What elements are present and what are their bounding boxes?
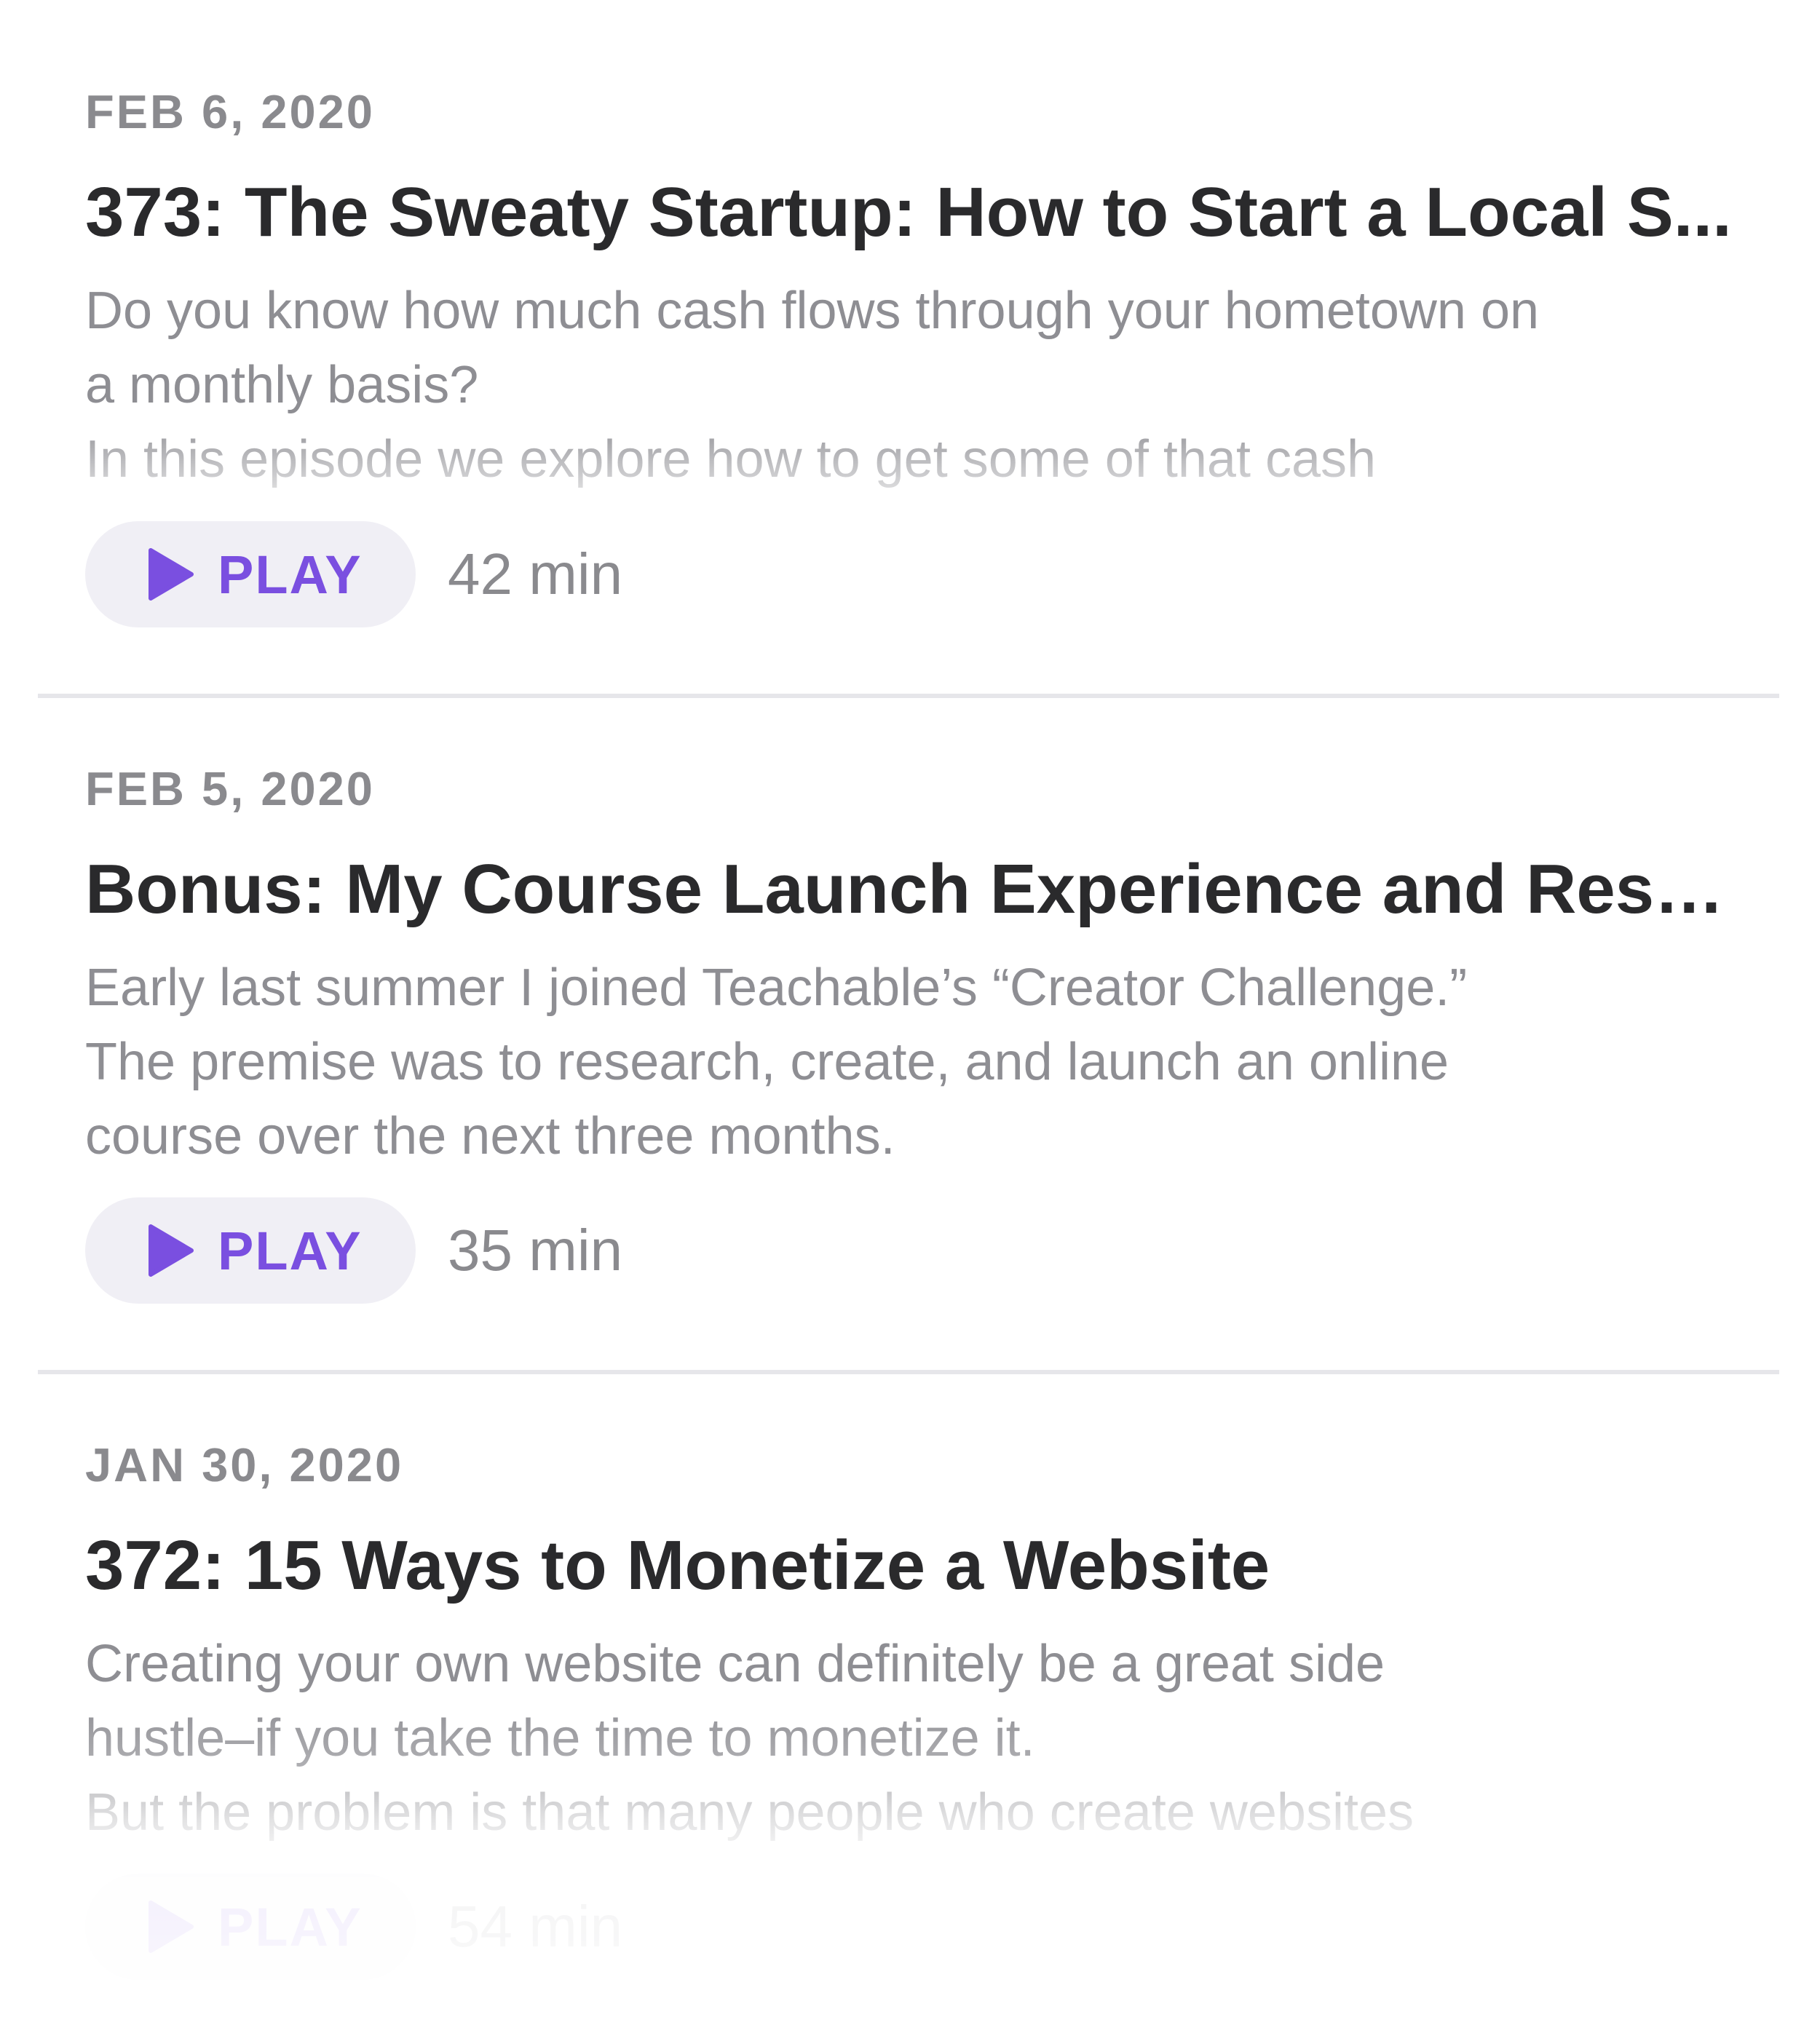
episode-date: JAN 30, 2020 — [85, 1438, 404, 1491]
episode-actions: PLAY 54 min — [85, 1874, 622, 1980]
episode-duration: 42 min — [448, 542, 623, 606]
play-icon — [149, 548, 194, 601]
episode-title[interactable]: 373: The Sweaty Startup: How to Start a … — [85, 169, 1745, 256]
play-label: PLAY — [218, 544, 363, 605]
episode-date: FEB 6, 2020 — [85, 85, 375, 138]
episode-title[interactable]: 372: 15 Ways to Monetize a Website — [85, 1522, 1745, 1609]
divider — [38, 1370, 1779, 1374]
episode-description: Do you know how much cash flows through … — [85, 282, 1540, 488]
episode-description: Early last summer I joined Teachable’s “… — [85, 959, 1468, 1165]
episode-title[interactable]: Bonus: My Course Launch Experience and R… — [85, 846, 1745, 933]
play-button[interactable]: PLAY — [85, 521, 416, 627]
play-icon — [149, 1224, 194, 1277]
episode-duration: 54 min — [448, 1894, 623, 1959]
episode-actions: PLAY 35 min — [85, 1197, 622, 1304]
play-button[interactable]: PLAY — [85, 1874, 416, 1980]
episode-duration: 35 min — [448, 1218, 623, 1283]
play-icon — [149, 1901, 194, 1953]
divider — [38, 694, 1779, 698]
play-button[interactable]: PLAY — [85, 1197, 416, 1304]
play-label: PLAY — [218, 1220, 363, 1281]
play-label: PLAY — [218, 1896, 363, 1957]
episode-description: Creating your own website can definitely… — [85, 1635, 1414, 1842]
episode-date: FEB 5, 2020 — [85, 762, 375, 815]
episode-actions: PLAY 42 min — [85, 521, 622, 627]
